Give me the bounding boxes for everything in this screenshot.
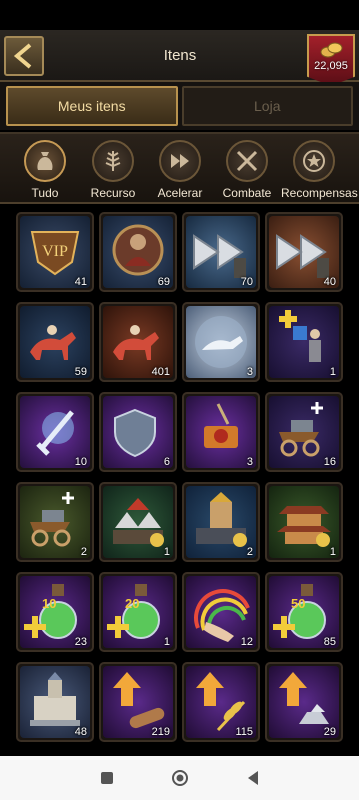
- item-fortress-army[interactable]: 2: [182, 482, 260, 562]
- item-rainbow-hand[interactable]: 12: [182, 572, 260, 652]
- item-count: 41: [74, 276, 87, 288]
- category-combat[interactable]: Combate: [214, 140, 280, 202]
- item-count: 115: [235, 726, 253, 738]
- item-glowing-sword[interactable]: 10: [16, 392, 94, 472]
- item-count: 16: [323, 456, 336, 468]
- back-arrow-icon: [13, 43, 32, 69]
- item-count: 219: [151, 726, 170, 738]
- item-vip[interactable]: VIP 41: [16, 212, 94, 292]
- gold-amount: 22,095: [314, 60, 348, 72]
- category-all[interactable]: Tudo: [12, 140, 78, 202]
- item-count: 3: [246, 366, 253, 378]
- gold-balance-badge[interactable]: 22,095: [307, 34, 355, 86]
- category-resource[interactable]: Recurso: [80, 140, 146, 202]
- category-bar: Tudo Recurso Acelerar Combate Recompensa…: [0, 132, 359, 204]
- item-soldier-plus[interactable]: 1: [265, 302, 343, 382]
- item-warrior-portrait[interactable]: 69: [99, 212, 177, 292]
- category-label: Tudo: [31, 186, 59, 200]
- item-potion-50[interactable]: 50 85: [265, 572, 343, 652]
- category-rewards[interactable]: Recompensas: [281, 140, 358, 202]
- item-count: 1: [329, 366, 336, 378]
- item-count: 40: [323, 276, 336, 288]
- square-icon: [100, 772, 113, 784]
- item-count: 1: [163, 546, 170, 558]
- potion-level-label: 20: [125, 596, 139, 611]
- recent-apps-button[interactable]: [96, 767, 118, 789]
- category-label: Recurso: [90, 186, 136, 200]
- shield-icon: [114, 408, 156, 458]
- item-count: 401: [151, 366, 170, 378]
- back-button[interactable]: [4, 36, 44, 76]
- tab-bar: Meus itens Loja: [0, 82, 359, 130]
- item-count: 23: [74, 636, 87, 648]
- fast-forward-icon: [171, 154, 189, 168]
- potion-level-label: 10: [42, 596, 56, 611]
- item-count: 10: [74, 456, 87, 468]
- item-speedup-copper[interactable]: 40: [265, 212, 343, 292]
- svg-text:VIP: VIP: [42, 243, 68, 260]
- item-speedup-blue[interactable]: 70: [182, 212, 260, 292]
- gold-coins-icon: [320, 42, 343, 58]
- leaf-icon: [105, 151, 121, 171]
- triangle-back-icon: [247, 771, 258, 785]
- item-army-camp[interactable]: 1: [99, 482, 177, 562]
- crossed-swords-icon: [236, 150, 258, 172]
- item-siege-cart-plus-2[interactable]: 2: [16, 482, 94, 562]
- tab-shop[interactable]: Loja: [181, 86, 353, 126]
- item-count: 6: [163, 456, 170, 468]
- snow-cavalry-icon: [195, 316, 247, 368]
- item-count: 59: [74, 366, 87, 378]
- fortress-icon: [196, 492, 247, 547]
- category-label: Combate: [222, 186, 272, 200]
- item-potion-10[interactable]: 10 23: [16, 572, 94, 652]
- item-wood-boost[interactable]: 219: [99, 662, 177, 742]
- item-glowing-shield[interactable]: 6: [99, 392, 177, 472]
- item-count: 29: [323, 726, 336, 738]
- item-snow-cavalry[interactable]: 3: [182, 302, 260, 382]
- category-label: Recompensas: [281, 186, 358, 200]
- potion-level-label: 50: [291, 596, 305, 611]
- item-count: 70: [240, 276, 253, 288]
- item-siege-cart-plus[interactable]: 16: [265, 392, 343, 472]
- item-seal-scroll[interactable]: 3: [182, 392, 260, 472]
- page-title: Itens: [163, 47, 197, 64]
- soldier-plus-icon: [279, 310, 321, 362]
- bag-icon: [37, 152, 53, 170]
- circle-icon: [171, 770, 188, 786]
- item-stone-boost[interactable]: 29: [265, 662, 343, 742]
- item-cavalry-red-2[interactable]: 401: [99, 302, 177, 382]
- category-label: Acelerar: [157, 186, 203, 200]
- siege-cart-icon: [30, 492, 74, 547]
- tab-my-items[interactable]: Meus itens: [6, 86, 178, 126]
- item-count: 69: [157, 276, 170, 288]
- star-medal-icon: [303, 150, 325, 172]
- seal-scroll-icon: [204, 403, 238, 448]
- item-count: 2: [80, 546, 87, 558]
- home-button[interactable]: [169, 767, 191, 789]
- back-nav-button[interactable]: [242, 767, 264, 789]
- item-potion-20[interactable]: 20 1: [99, 572, 177, 652]
- system-navigation-bar: [0, 756, 359, 800]
- item-count: 2: [246, 546, 253, 558]
- item-food-boost[interactable]: 115: [182, 662, 260, 742]
- item-grid: VIP 41 69 70 40 59 401 3 1 10 6 3 16 2 1…: [16, 212, 346, 752]
- category-speedup[interactable]: Acelerar: [147, 140, 213, 202]
- potion-icon: 20: [107, 584, 160, 639]
- item-count: 3: [246, 456, 253, 468]
- item-pagoda[interactable]: 1: [265, 482, 343, 562]
- status-bar: [0, 0, 359, 30]
- item-castle[interactable]: 48: [16, 662, 94, 742]
- army-camp-icon: [113, 498, 164, 547]
- item-count: 85: [323, 636, 336, 648]
- item-count: 48: [74, 726, 87, 738]
- item-count: 1: [329, 546, 336, 558]
- pagoda-icon: [277, 506, 331, 547]
- item-count: 1: [163, 636, 170, 648]
- header: Itens 22,095: [0, 30, 359, 86]
- item-cavalry-red[interactable]: 59: [16, 302, 94, 382]
- item-count: 12: [240, 636, 253, 648]
